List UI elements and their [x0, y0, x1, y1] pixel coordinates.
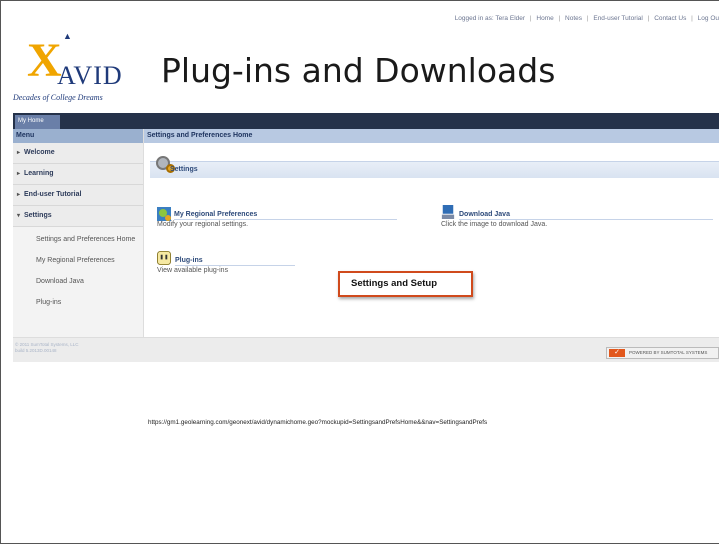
chevron-right-icon: ▸ [17, 150, 21, 156]
section-title: Settings [170, 166, 198, 173]
main-content: Settings and Preferences Home Settings M… [144, 129, 719, 337]
sidebar-subitem-regional-preferences[interactable]: My Regional Preferences [13, 256, 143, 265]
item-regional-preferences: My Regional Preferences Modify your regi… [157, 207, 397, 228]
sidebar-subitem-settings-home[interactable]: Settings and Preferences Home [13, 235, 136, 244]
sidebar-item-label: Welcome [24, 149, 55, 156]
check-icon: ✓ [609, 349, 625, 357]
slide: ▲ X AVID Decades of College Dreams Plug-… [0, 0, 719, 544]
item-description: Modify your regional settings. [157, 221, 249, 228]
chevron-right-icon: ▸ [17, 171, 21, 177]
copyright-text: © 2011 SumTotal Systems, LLC build 5.201… [15, 342, 79, 353]
powered-by-badge[interactable]: ✓ POWERED BY SUMTOTAL SYSTEMS [606, 347, 719, 359]
logo-tagline: Decades of College Dreams [13, 93, 103, 102]
page-url: https://gm1.geolearning.com/geonext/avid… [148, 419, 488, 426]
nav-bar: My Home [13, 113, 719, 129]
tab-my-home[interactable]: My Home [15, 115, 60, 129]
graduation-cap-icon: ▲ [63, 31, 72, 41]
sidebar: Menu ▸ Welcome ▸ Learning ▸ End-user Tutori… [13, 129, 144, 337]
link-end-user-tutorial[interactable]: End-user Tutorial [593, 15, 643, 22]
chevron-down-icon: ▾ [17, 213, 21, 219]
link-notes[interactable]: Notes [565, 15, 582, 22]
callout-box: Settings and Setup [338, 271, 473, 297]
link-log-out[interactable]: Log Ou [698, 15, 719, 22]
breadcrumb: Settings and Preferences Home [144, 129, 719, 143]
java-download-icon[interactable] [441, 205, 455, 219]
sidebar-subitem-plug-ins[interactable]: Plug-ins [13, 298, 143, 307]
sidebar-item-welcome[interactable]: ▸ Welcome [13, 143, 143, 164]
sidebar-item-settings[interactable]: ▾ Settings [13, 206, 143, 227]
settings-section-header: Settings [150, 156, 719, 178]
item-title[interactable]: Download Java [441, 211, 713, 218]
item-download-java: Download Java Click the image to downloa… [441, 205, 713, 228]
top-links: Logged in as: Tera Elder | Home | Notes … [454, 15, 719, 22]
link-contact-us[interactable]: Contact Us [654, 15, 686, 22]
link-home[interactable]: Home [536, 15, 553, 22]
sidebar-item-label: Learning [24, 170, 54, 177]
logo-brand: AVID [57, 61, 123, 90]
chevron-right-icon: ▸ [17, 192, 21, 198]
slide-title: Plug-ins and Downloads [161, 51, 556, 90]
logged-in-text: Logged in as: Tera Elder [454, 15, 526, 22]
item-title[interactable]: Plug-ins [157, 257, 397, 264]
plug-icon[interactable] [157, 251, 171, 265]
sidebar-item-learning[interactable]: ▸ Learning [13, 164, 143, 185]
sidebar-subitem-download-java[interactable]: Download Java [13, 277, 143, 286]
sidebar-heading: Menu [13, 129, 143, 143]
footer: © 2011 SumTotal Systems, LLC build 5.201… [13, 337, 719, 362]
sidebar-item-label: Settings [24, 212, 52, 219]
avid-logo[interactable]: ▲ X AVID Decades of College Dreams [13, 29, 123, 109]
globe-settings-icon[interactable] [157, 207, 171, 221]
badge-label: POWERED BY SUMTOTAL SYSTEMS [629, 350, 708, 355]
sidebar-item-end-user-tutorial[interactable]: ▸ End-user Tutorial [13, 185, 143, 206]
item-description: Click the image to download Java. [441, 221, 548, 228]
sidebar-item-label: End-user Tutorial [24, 191, 82, 198]
item-title[interactable]: My Regional Preferences [157, 211, 397, 218]
